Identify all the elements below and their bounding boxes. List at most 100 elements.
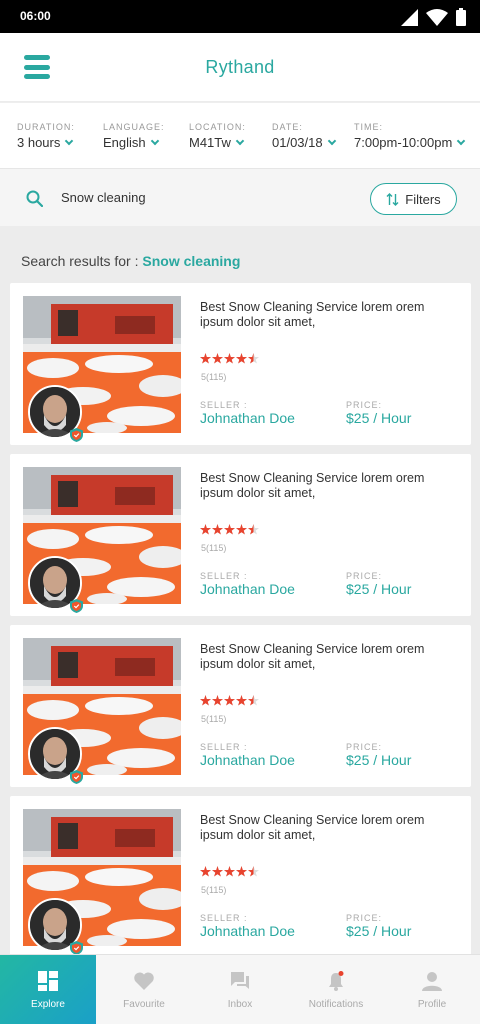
star-icon (200, 866, 211, 877)
nav-label: Favourite (123, 999, 165, 1010)
wifi-icon (426, 8, 448, 26)
bottom-nav: Explore Favourite Inbox Notifications Pr… (0, 954, 480, 1024)
nav-label: Profile (417, 999, 447, 1010)
verified-badge-icon (70, 428, 83, 442)
user-icon (422, 972, 442, 991)
search-bar: Snow cleaning Filters (0, 168, 480, 226)
price-value: $25 / Hour (346, 581, 412, 597)
star-icon (224, 695, 235, 706)
seller-name[interactable]: Johnathan Doe (200, 752, 295, 768)
app-title: Rythand (205, 57, 275, 77)
listing-title[interactable]: Best Snow Cleaning Service lorem orem ip… (200, 642, 455, 672)
chat-icon (231, 972, 249, 989)
status-time: 06:00 (20, 9, 51, 23)
listing-card[interactable]: Best Snow Cleaning Service lorem orem ip… (10, 283, 471, 445)
verified-badge-icon (70, 941, 83, 955)
filters-button[interactable]: Filters (370, 183, 457, 215)
nav-profile[interactable]: Profile (384, 955, 480, 1024)
nav-label: Notifications (308, 999, 364, 1010)
filter-value: 3 hours (17, 135, 61, 150)
seller-name[interactable]: Johnathan Doe (200, 923, 295, 939)
filter-value: English (103, 135, 146, 150)
filter-location[interactable]: LOCATION: M41Tw (189, 122, 246, 150)
price-value: $25 / Hour (346, 923, 412, 939)
star-icon (212, 524, 223, 535)
listing-title[interactable]: Best Snow Cleaning Service lorem orem ip… (200, 813, 455, 843)
star-icon (248, 695, 259, 706)
filter-value: 7:00pm-10:00pm (354, 135, 453, 150)
filter-language[interactable]: LANGUAGE: English (103, 122, 165, 150)
app-bar: Rythand (0, 33, 480, 101)
star-icon (212, 353, 223, 364)
star-icon (236, 524, 247, 535)
filter-date[interactable]: DATE: 01/03/18 (272, 122, 336, 150)
rating-stars (200, 695, 259, 706)
rating-stars (200, 353, 259, 364)
chevron-down-icon (327, 136, 336, 146)
rating-count: 5(115) (201, 714, 227, 724)
star-icon (236, 695, 247, 706)
search-input[interactable]: Snow cleaning (61, 190, 146, 205)
seller-label: SELLER : (200, 742, 248, 752)
listing-title[interactable]: Best Snow Cleaning Service lorem orem ip… (200, 300, 455, 330)
listing-title[interactable]: Best Snow Cleaning Service lorem orem ip… (200, 471, 455, 501)
chevron-down-icon (457, 136, 466, 146)
verified-badge-icon (70, 599, 83, 613)
price-value: $25 / Hour (346, 410, 412, 426)
price-value: $25 / Hour (346, 752, 412, 768)
filter-label: DURATION: (17, 122, 75, 132)
price-label: PRICE: (346, 913, 383, 923)
listing-card[interactable]: Best Snow Cleaning Service lorem orem ip… (10, 796, 471, 958)
status-bar: 06:00 (0, 0, 480, 33)
filter-label: DATE: (272, 122, 303, 132)
star-icon (212, 695, 223, 706)
star-icon (224, 524, 235, 535)
nav-explore[interactable]: Explore (0, 955, 96, 1024)
seller-label: SELLER : (200, 913, 248, 923)
nav-label: Inbox (227, 999, 253, 1010)
star-icon (248, 353, 259, 364)
filter-duration[interactable]: DURATION: 3 hours (17, 122, 75, 150)
filter-label: TIME: (354, 122, 383, 132)
price-label: PRICE: (346, 400, 383, 410)
chevron-down-icon (65, 136, 74, 146)
listing-card[interactable]: Best Snow Cleaning Service lorem orem ip… (10, 625, 471, 787)
price-label: PRICE: (346, 571, 383, 581)
rating-stars (200, 524, 259, 535)
star-icon (212, 866, 223, 877)
star-icon (200, 353, 211, 364)
battery-icon (456, 8, 466, 26)
star-icon (236, 353, 247, 364)
star-icon (200, 524, 211, 535)
filter-value: 01/03/18 (272, 135, 323, 150)
results-query: Snow cleaning (142, 253, 241, 269)
star-icon (248, 866, 259, 877)
bell-icon (329, 971, 344, 991)
verified-badge-icon (70, 770, 83, 784)
seller-name[interactable]: Johnathan Doe (200, 410, 295, 426)
filter-value: M41Tw (189, 135, 231, 150)
seller-label: SELLER : (200, 571, 248, 581)
signal-icon (401, 8, 418, 26)
filters-button-label: Filters (405, 191, 441, 207)
rating-count: 5(115) (201, 885, 227, 895)
search-icon[interactable] (26, 190, 43, 207)
seller-name[interactable]: Johnathan Doe (200, 581, 295, 597)
chevron-down-icon (150, 136, 159, 146)
rating-count: 5(115) (201, 372, 227, 382)
price-label: PRICE: (346, 742, 383, 752)
results-prefix: Search results for : (21, 253, 143, 269)
rating-stars (200, 866, 259, 877)
filter-time[interactable]: TIME: 7:00pm-10:00pm (354, 122, 466, 150)
filter-label: LOCATION: (189, 122, 246, 132)
filter-options: DURATION: 3 hours LANGUAGE: English LOCA… (0, 102, 480, 168)
explore-icon (38, 971, 58, 991)
star-icon (236, 866, 247, 877)
results-title: Search results for : Snow cleaning (21, 253, 240, 269)
heart-icon (134, 972, 154, 990)
listing-card[interactable]: Best Snow Cleaning Service lorem orem ip… (10, 454, 471, 616)
star-icon (224, 353, 235, 364)
nav-favourite[interactable]: Favourite (96, 955, 192, 1024)
nav-inbox[interactable]: Inbox (192, 955, 288, 1024)
nav-notifications[interactable]: Notifications (288, 955, 384, 1024)
